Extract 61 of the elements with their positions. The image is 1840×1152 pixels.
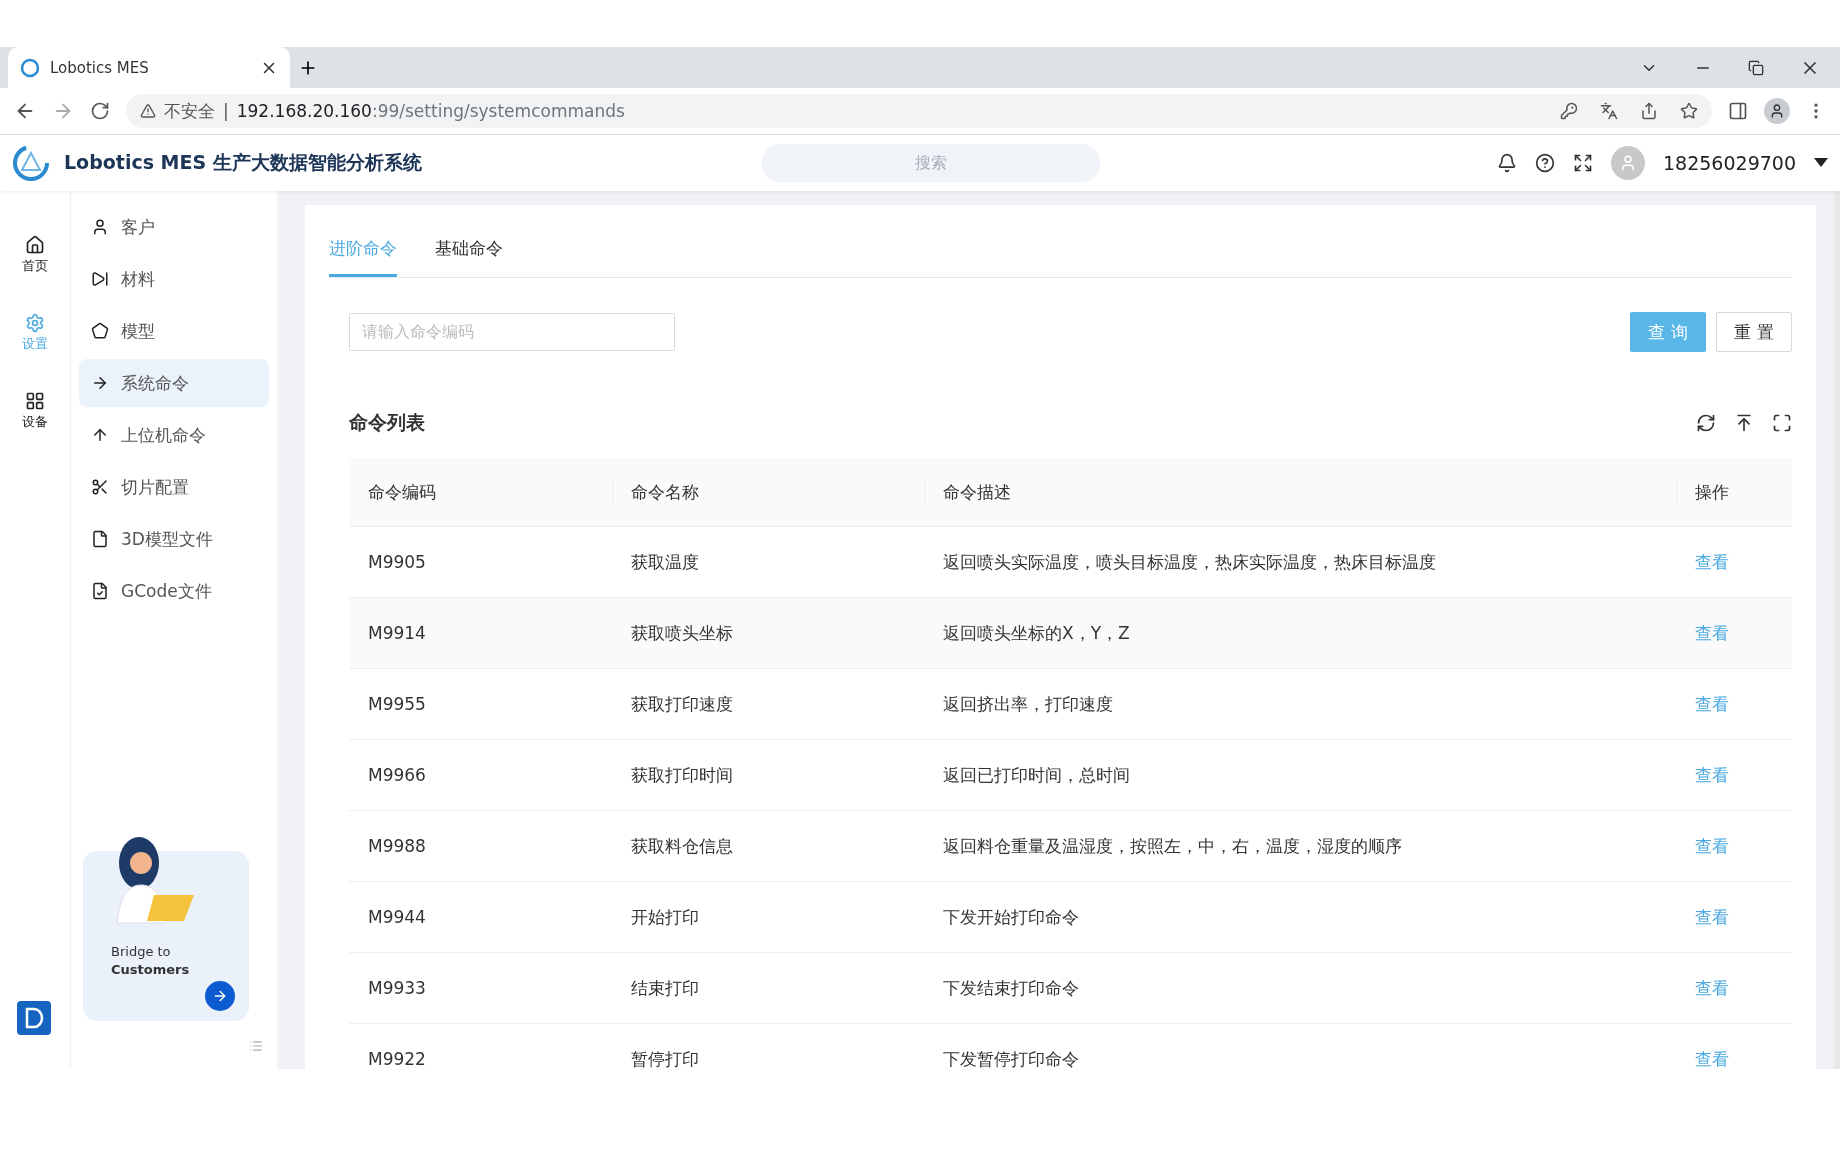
menu-item[interactable]: 3D模型文件 bbox=[79, 515, 269, 563]
menu-item[interactable]: 材料 bbox=[79, 255, 269, 303]
bell-icon[interactable] bbox=[1497, 153, 1517, 173]
key-icon[interactable] bbox=[1560, 102, 1578, 120]
menu-item[interactable]: 模型 bbox=[79, 307, 269, 355]
promo-text: Bridge to Customers bbox=[111, 943, 190, 979]
grid-icon bbox=[25, 391, 45, 411]
menu-item[interactable]: 上位机命令 bbox=[79, 411, 269, 459]
column-header: 命令名称 bbox=[612, 458, 924, 527]
column-header: 操作 bbox=[1676, 458, 1792, 527]
help-icon[interactable] bbox=[1535, 153, 1555, 173]
caret-icon[interactable] bbox=[1814, 158, 1828, 168]
restore-icon[interactable] bbox=[1748, 59, 1764, 76]
scissors-icon bbox=[91, 478, 109, 496]
browser-tab[interactable]: Lobotics MES bbox=[8, 47, 290, 88]
rail-item[interactable]: 设备 bbox=[22, 391, 48, 431]
arrow-button[interactable] bbox=[205, 981, 235, 1011]
command-code-field[interactable]: 请输入命令编码 bbox=[349, 313, 675, 351]
star-icon[interactable] bbox=[1680, 102, 1698, 120]
menu-item[interactable]: 客户 bbox=[79, 203, 269, 251]
side-panel-icon[interactable] bbox=[1728, 101, 1748, 121]
tab-title: Lobotics MES bbox=[50, 58, 149, 77]
url-text: 192.168.20.160:99/setting/systemcommands bbox=[236, 101, 625, 121]
home-icon bbox=[25, 235, 45, 255]
search-field[interactable]: 搜索 bbox=[761, 144, 1100, 182]
user-icon bbox=[91, 218, 109, 236]
fullscreen-icon[interactable] bbox=[1772, 413, 1792, 433]
refresh-icon[interactable] bbox=[1696, 413, 1716, 433]
arrow-right-icon bbox=[91, 374, 109, 392]
menu-item[interactable]: 系统命令 bbox=[79, 359, 269, 407]
user-name[interactable]: 18256029700 bbox=[1663, 152, 1796, 174]
table-cell: M9914 bbox=[349, 598, 612, 669]
table-cell: 返回喷头坐标的X，Y，Z bbox=[924, 598, 1676, 669]
logo-icon bbox=[20, 57, 40, 78]
fullscreen-icon[interactable] bbox=[1573, 153, 1593, 173]
translate-icon[interactable] bbox=[1600, 102, 1618, 120]
file-icon bbox=[91, 530, 109, 548]
app-title: Lobotics MES 生产大数据智能分析系统 bbox=[64, 150, 422, 175]
table-cell: 获取喷头坐标 bbox=[612, 598, 924, 669]
list-title: 命令列表 bbox=[349, 410, 425, 435]
warning-icon bbox=[140, 103, 156, 119]
d-logo-icon[interactable] bbox=[17, 1001, 51, 1035]
reload-icon[interactable] bbox=[90, 101, 110, 121]
column-header: 命令编码 bbox=[349, 458, 612, 527]
logo-icon bbox=[12, 144, 50, 182]
menu-item[interactable]: GCode文件 bbox=[79, 567, 269, 615]
pentagon-icon bbox=[91, 322, 109, 340]
address-bar[interactable]: 不安全 | 192.168.20.160:99/setting/systemcommands bbox=[126, 94, 1712, 128]
settings-icon bbox=[25, 313, 45, 333]
arrow-right-icon bbox=[212, 988, 228, 1004]
separator: | bbox=[223, 101, 229, 121]
column-header: 命令描述 bbox=[924, 458, 1676, 527]
menu-item[interactable]: 切片配置 bbox=[79, 463, 269, 511]
profile-avatar[interactable] bbox=[1764, 98, 1790, 124]
share-icon[interactable] bbox=[1640, 102, 1658, 120]
reset-button[interactable]: 重 置 bbox=[1716, 312, 1792, 352]
tab[interactable]: 基础命令 bbox=[435, 237, 503, 277]
skip-icon bbox=[91, 270, 109, 288]
file-check-icon bbox=[91, 582, 109, 600]
rail-item[interactable]: 首页 bbox=[22, 235, 48, 275]
security-label: 不安全 bbox=[164, 99, 215, 123]
